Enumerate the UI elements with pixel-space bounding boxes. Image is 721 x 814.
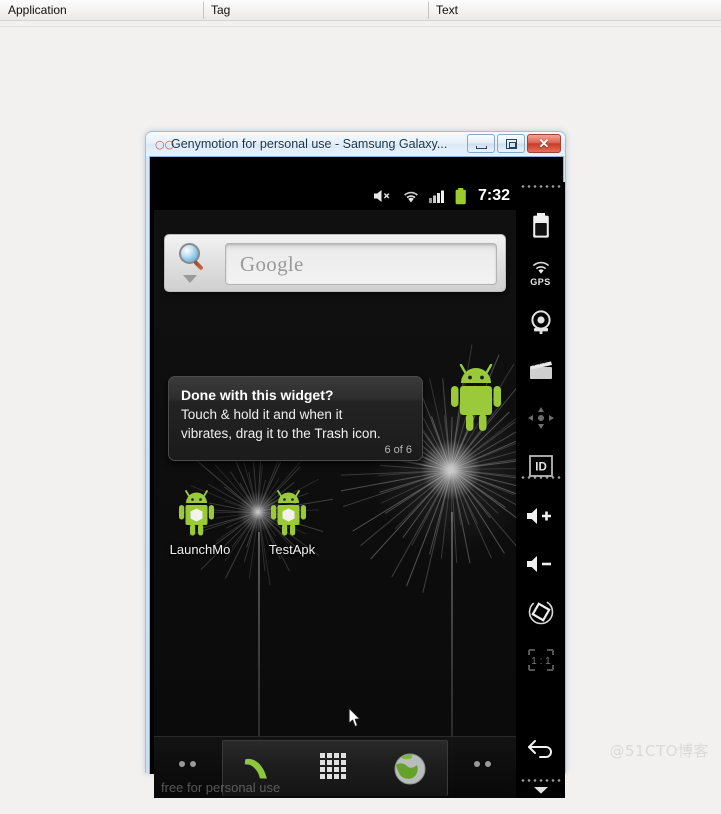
back-button[interactable] [516,724,565,772]
minimize-icon [476,146,487,149]
battery-widget-button[interactable] [516,202,565,250]
page-indicator-right[interactable] [474,761,491,767]
svg-text:ID: ID [535,462,547,474]
magnifier-icon[interactable] [179,243,205,269]
caret-down-icon[interactable] [183,275,197,283]
page-indicator-left[interactable] [179,761,196,767]
app-drawer-grid-icon[interactable] [320,753,352,783]
volume-down-button[interactable] [516,540,565,588]
volume-mute-icon [373,188,393,204]
column-header-tag[interactable]: Tag [203,0,428,20]
google-search-widget[interactable]: Google [164,234,506,292]
gps-icon [530,261,552,276]
gps-label: GPS [530,277,551,287]
app-icon-launchmo[interactable]: LaunchMo [162,490,238,557]
genymotion-window[interactable]: ○○ Genymotion for personal use - Samsung… [145,131,566,773]
close-button[interactable]: ✕ [527,134,561,153]
log-table-body [0,21,721,27]
android-device-screen[interactable]: 7:32 Google [154,182,516,798]
tooltip-title: Done with this widget? [181,385,410,405]
svg-text:1 : 1: 1 : 1 [531,656,551,667]
app-label-testapk: TestApk [254,542,330,557]
scale-1-1-icon: 1 : 1 [526,648,556,672]
android-mascot-icon [449,364,513,434]
free-for-personal-use-watermark: free for personal use [161,780,280,795]
android-status-bar[interactable]: 7:32 [154,182,516,210]
status-bar-icons: 7:32 [373,182,510,210]
volume-down-icon [525,553,557,575]
battery-icon [532,213,550,239]
tooltip-step-counter: 6 of 6 [384,444,412,456]
column-header-application[interactable]: Application [0,0,203,20]
scale-one-to-one-button[interactable]: 1 : 1 [516,636,565,684]
search-input[interactable]: Google [225,243,497,285]
video-widget-button[interactable] [516,346,565,394]
app-label-launchmo: LaunchMo [162,542,238,557]
identifiers-widget-button[interactable]: ID [516,442,565,490]
camera-widget-button[interactable] [516,298,565,346]
android-robot-icon [178,490,222,538]
tooltip-line-1: Touch & hold it and when it [181,405,410,424]
dpad-widget-button[interactable] [516,394,565,442]
android-robot-icon [270,490,314,538]
id-icon: ID [528,453,554,479]
site-watermark: @51CTO博客 [609,740,709,761]
restore-icon [506,139,517,149]
clapperboard-icon [528,359,554,381]
dpad-icon [527,406,555,430]
android-dock[interactable]: free for personal use [154,736,516,798]
wifi-icon [402,189,420,204]
signal-bars-icon [429,189,446,204]
battery-full-icon [455,188,467,205]
close-icon: ✕ [528,135,560,152]
column-header-text[interactable]: Text [428,0,721,20]
minimize-button[interactable] [467,134,495,153]
volume-up-button[interactable] [516,492,565,540]
genymotion-tool-strip[interactable]: GPS [516,182,565,798]
strip-divider-top [520,185,561,188]
window-title-bar[interactable]: ○○ Genymotion for personal use - Samsung… [146,132,565,156]
globe-browser-icon[interactable] [392,751,428,787]
rotate-icon [527,598,555,626]
window-content-frame: 7:32 Google [149,156,564,774]
chevron-down-icon [532,784,550,796]
volume-up-icon [525,505,557,527]
status-bar-clock: 7:32 [478,182,510,210]
back-arrow-icon [526,736,556,760]
tooltip-line-2: vibrates, drag it to the Trash icon. [181,424,410,443]
camera-icon [528,309,554,335]
expand-more-button[interactable] [516,766,565,814]
search-placeholder-text: Google [240,252,304,277]
log-column-header-bar: Application Tag Text [0,0,721,21]
widget-help-tooltip[interactable]: Done with this widget? Touch & hold it a… [168,376,423,461]
window-title: Genymotion for personal use - Samsung Ga… [171,136,447,153]
rotate-screen-button[interactable] [516,588,565,636]
app-icon-testapk[interactable]: TestApk [254,490,330,557]
maximize-button[interactable] [497,134,525,153]
gps-widget-button[interactable]: GPS [516,250,565,298]
